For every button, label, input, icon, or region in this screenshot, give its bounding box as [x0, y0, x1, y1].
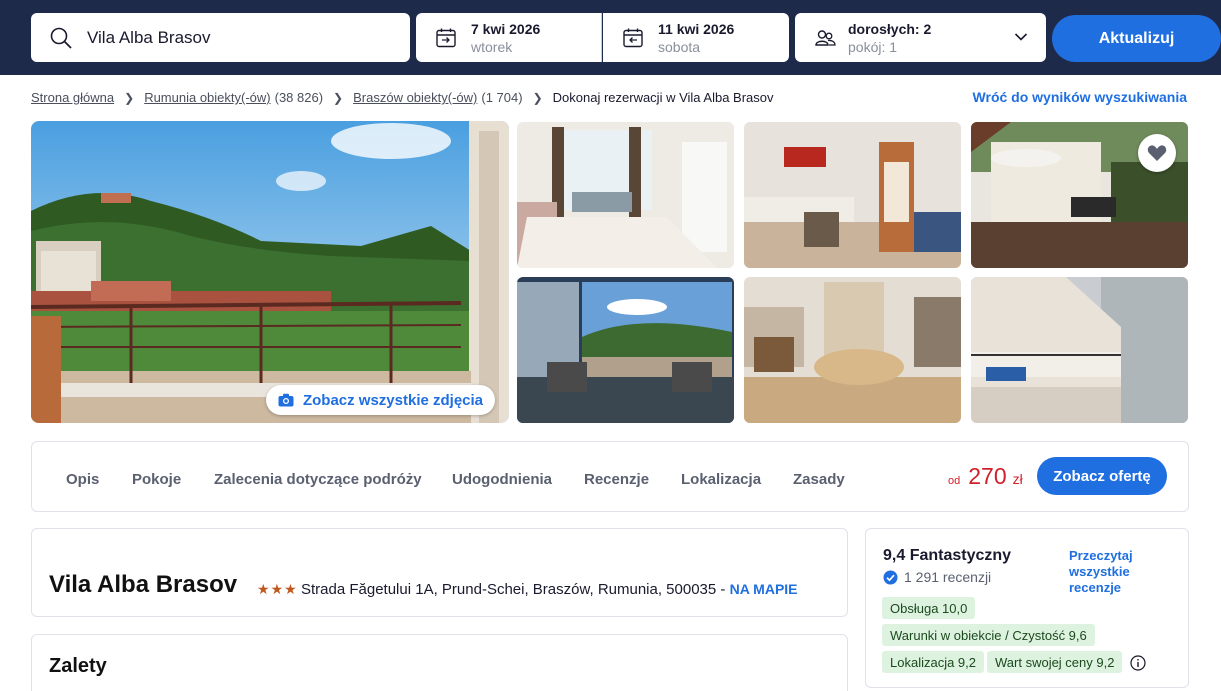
price-from: od 270 zł	[948, 463, 1023, 490]
show-on-map-link[interactable]: NA MAPIE	[730, 581, 798, 597]
checkin-date: 7 kwi 2026	[471, 20, 541, 37]
hotel-address-line: Strada Făgetului 1A, Prund-Schei, Braszó…	[301, 581, 798, 598]
checkout-day: sobota	[658, 38, 701, 55]
heart-icon	[1147, 145, 1167, 161]
tab-rooms[interactable]: Pokoje	[132, 471, 181, 488]
guests-icon	[815, 29, 836, 46]
tab-location[interactable]: Lokalizacja	[681, 471, 761, 488]
highlights-title: Zalety	[49, 655, 107, 677]
guests-rooms-selector[interactable]: dorosłych: 2 pokój: 1	[795, 13, 1046, 62]
breadcrumb-home-link[interactable]: Strona główna	[31, 90, 114, 105]
destination-search-input[interactable]: Vila Alba Brasov	[31, 13, 410, 62]
price-prefix: od	[948, 475, 961, 487]
photo-balcony-view[interactable]	[517, 277, 734, 423]
main-photo-terrace-view[interactable]	[31, 121, 509, 423]
score-badge-facilities: Warunki w obiekcie / Czystość 9,6	[882, 624, 1095, 646]
see-all-photos-button[interactable]: Zobacz wszystkie zdjęcia	[266, 385, 495, 415]
breadcrumb-city-count: (1 704)	[481, 90, 523, 105]
tab-reviews[interactable]: Recenzje	[584, 471, 649, 488]
checkin-date-field[interactable]: 7 kwi 2026 wtorek	[416, 13, 602, 62]
tab-description[interactable]: Opis	[66, 471, 99, 488]
breadcrumb: Strona główna ❯ Rumunia obiekty(-ów) (38…	[31, 90, 774, 105]
breadcrumb-current: Dokonaj rezerwacji w Vila Alba Brasov	[552, 90, 774, 105]
review-count-text: 1 291 recenzji	[904, 569, 992, 585]
tab-amenities[interactable]: Udogodnienia	[452, 471, 552, 488]
score-badge-location: Lokalizacja 9,2	[882, 651, 984, 673]
checkin-day: wtorek	[471, 38, 513, 55]
calendar-checkin-icon	[436, 28, 456, 47]
review-count: 1 291 recenzji	[883, 569, 991, 585]
destination-value: Vila Alba Brasov	[87, 27, 211, 47]
property-section-tabs: Opis Pokoje Zalecenia dotyczące podróży …	[31, 441, 1189, 512]
tab-travel-advice[interactable]: Zalecenia dotyczące podróży	[214, 471, 422, 488]
photo-breakfast-room[interactable]	[744, 277, 961, 423]
guests-count: dorosłych: 2	[848, 20, 932, 37]
review-score: 9,4 Fantastyczny	[883, 547, 1012, 564]
verified-check-icon	[883, 570, 898, 584]
see-all-photos-label: Zobacz wszystkie zdjęcia	[302, 391, 484, 409]
update-search-button[interactable]: Aktualizuj	[1052, 15, 1221, 62]
score-badge-value: Wart swojej ceny 9,2	[987, 651, 1123, 673]
breadcrumb-country-count: (38 826)	[274, 90, 324, 105]
back-to-results-link[interactable]: Wróć do wyników wyszukiwania	[973, 89, 1187, 105]
chevron-down-icon	[1014, 33, 1028, 41]
highlights-card: Zalety	[31, 634, 848, 691]
favorite-button[interactable]	[1138, 134, 1176, 172]
star-icon: ★	[270, 581, 284, 597]
chevron-right-icon: ❯	[124, 90, 135, 105]
checkout-date-field[interactable]: 11 kwi 2026 sobota	[603, 13, 789, 62]
hotel-info-card: Vila Alba Brasov ★ ★ ★ Strada Făgetului …	[31, 528, 848, 617]
chevron-right-icon: ❯	[532, 90, 543, 105]
photo-kitchenette[interactable]	[744, 122, 961, 268]
rating-summary-card: 9,4 Fantastyczny 1 291 recenzji Przeczyt…	[865, 528, 1189, 688]
breadcrumb-country-link[interactable]: Rumunia obiekty(-ów)	[144, 90, 270, 105]
search-icon	[50, 27, 72, 49]
search-header: Vila Alba Brasov 7 kwi 2026 wtorek 11 kw…	[0, 0, 1221, 75]
chevron-right-icon: ❯	[333, 90, 344, 105]
star-icon: ★	[257, 581, 270, 597]
address-separator: -	[716, 581, 730, 598]
tab-policies[interactable]: Zasady	[793, 471, 845, 488]
star-icon: ★	[284, 581, 297, 597]
hotel-name: Vila Alba Brasov	[49, 571, 238, 598]
rooms-count: pokój: 1	[848, 38, 898, 55]
checkout-date: 11 kwi 2026	[658, 20, 735, 37]
read-all-reviews-link[interactable]: Przeczytaj wszystkie recenzje	[1069, 548, 1149, 596]
breadcrumb-city-link[interactable]: Braszów obiekty(-ów)	[353, 90, 477, 105]
calendar-checkout-icon	[623, 28, 643, 47]
see-offer-button[interactable]: Zobacz ofertę	[1037, 457, 1167, 495]
price-amount: 270	[968, 463, 1007, 489]
price-currency: zł	[1012, 471, 1023, 487]
photo-building-exterior[interactable]	[971, 277, 1188, 423]
camera-icon	[278, 393, 294, 407]
hotel-address: Strada Făgetului 1A, Prund-Schei, Braszó…	[301, 581, 717, 598]
score-badge-service: Obsługa 10,0	[882, 597, 976, 619]
photo-bedroom[interactable]	[517, 122, 734, 268]
info-icon[interactable]	[1130, 655, 1146, 671]
star-rating: ★ ★ ★	[257, 581, 298, 598]
